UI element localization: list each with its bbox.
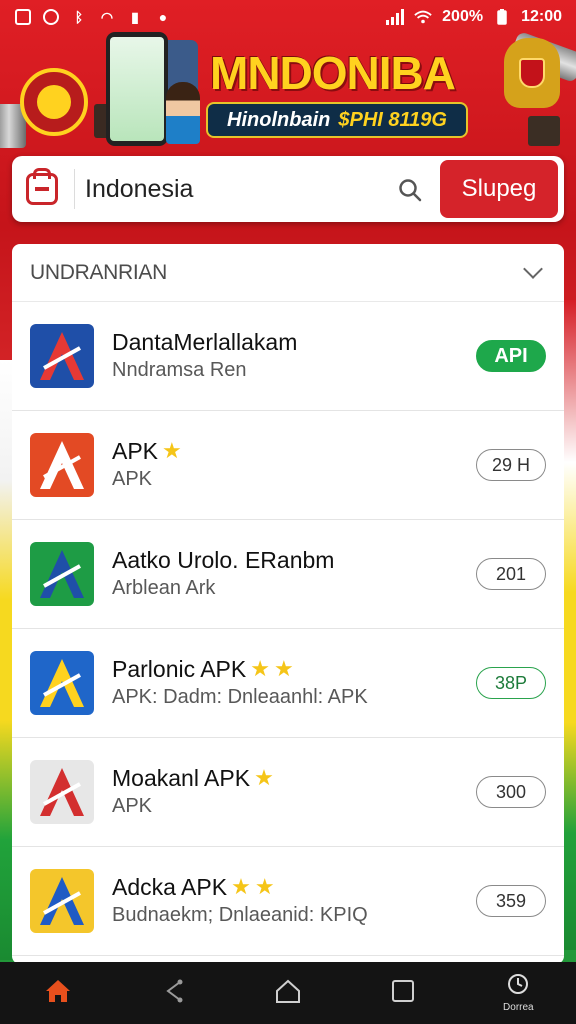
wifi-icon: ◠ <box>100 8 114 25</box>
notification-icon <box>42 8 60 26</box>
app-icon <box>30 869 94 933</box>
star-icon: ★ <box>273 656 294 681</box>
app-name-text: Adcka APK <box>112 874 228 900</box>
star-icon: ★ <box>231 874 251 899</box>
app-name-text: APK <box>112 438 159 464</box>
app-subtitle: APK <box>112 795 153 817</box>
app-name: Adcka APK ★ ★ <box>112 873 476 901</box>
app-text: Moakanl APK ★ APK <box>112 764 476 820</box>
status-icons-left: ᛒ ◠ ▮ ● <box>14 8 172 26</box>
action-button[interactable]: 29 H <box>476 449 546 481</box>
promo-banner[interactable]: MNDONIBA Hinolnbain $PHI 8119G <box>0 28 576 156</box>
search-bar: Slupeg <box>12 156 564 222</box>
list-item[interactable]: Parlonic APK ★ ★ APK: Dadm: Dnleaanhl: APK 3… <box>12 629 564 738</box>
app-text: DantaMerlallakam Nndramsa Ren <box>112 328 476 384</box>
nav-home[interactable] <box>28 968 88 1018</box>
home-icon <box>44 978 72 1009</box>
app-name: Parlonic APK ★ ★ <box>112 655 476 683</box>
wifi-icon <box>414 8 432 26</box>
app-subtitle: Arblean Ark <box>112 577 216 599</box>
app-name-text: Moakanl APK <box>112 765 251 791</box>
divider <box>74 169 75 209</box>
app-notification-icon: ● <box>158 9 168 25</box>
navigation-bar: Dorrea <box>0 962 576 1024</box>
bluetooth-icon: ᛒ <box>74 9 84 25</box>
app-subtitle: APK: Dadm: Dnleaanhl: APK <box>112 686 368 708</box>
app-text: Adcka APK ★ ★ Budnaekm; Dnlaeanid: KPIQ <box>112 873 476 929</box>
banner-title: MNDONIBA <box>210 47 456 99</box>
chevron-down-icon[interactable] <box>523 258 543 279</box>
app-list: UNDRANRIAN DantaMerlallakam Nndramsa Ren A… <box>12 244 564 964</box>
app-name: APK ★ <box>112 437 476 465</box>
list-item[interactable]: APK ★ APK 29 H <box>12 411 564 520</box>
action-button[interactable]: 38P <box>476 667 546 699</box>
notification-icon <box>14 8 32 26</box>
star-icon: ★ <box>250 656 270 681</box>
app-name: Aatko Urolo. ERanbm <box>112 546 476 574</box>
app-name-text: Parlonic APK <box>112 656 247 682</box>
nav-recents[interactable] <box>373 968 433 1018</box>
shopping-bag-icon <box>26 168 58 205</box>
nav-account[interactable]: Dorrea <box>488 968 548 1018</box>
search-input[interactable] <box>85 174 432 204</box>
star-icon: ★ <box>254 874 275 899</box>
search-button[interactable]: Slupeg <box>440 160 558 218</box>
star-icon: ★ <box>254 765 274 790</box>
action-button[interactable]: 201 <box>476 558 546 590</box>
nav-home-button[interactable] <box>258 968 318 1018</box>
nav-account-label: Dorrea <box>503 1002 534 1013</box>
emblem-logo <box>20 68 88 136</box>
app-subtitle: Nndramsa Ren <box>112 359 247 381</box>
app-icon <box>30 542 94 606</box>
list-header-title: UNDRANRIAN <box>30 260 168 284</box>
banner-subtitle-right: $PHI 8119G <box>338 108 447 131</box>
clock-icon <box>507 973 529 1000</box>
square-icon <box>391 979 415 1008</box>
star-icon: ★ <box>162 438 182 463</box>
person-image <box>166 82 200 144</box>
battery-percent: 200% <box>442 8 484 25</box>
app-icon <box>30 433 94 497</box>
signal-icon <box>386 8 405 26</box>
list-item[interactable]: Adcka APK ★ ★ Budnaekm; Dnlaeanid: KPIQ 359 <box>12 847 564 956</box>
list-header[interactable]: UNDRANRIAN <box>12 244 564 302</box>
app-name-text: Aatko Urolo. ERanbm <box>112 547 335 573</box>
app-subtitle: APK <box>112 468 153 490</box>
product-box-image <box>528 116 560 146</box>
app-name: Moakanl APK ★ <box>112 764 476 792</box>
alert-icon: ▮ <box>131 8 139 25</box>
status-icons-right: 200% 12:00 <box>386 8 562 26</box>
app-text: Parlonic APK ★ ★ APK: Dadm: Dnleaanhl: APK <box>112 655 476 711</box>
list-item[interactable]: Moakanl APK ★ APK 300 <box>12 738 564 847</box>
app-text: Aatko Urolo. ERanbm Arblean Ark <box>112 546 476 602</box>
search-icon[interactable] <box>398 178 422 202</box>
app-name: DantaMerlallakam <box>112 328 476 356</box>
list-item[interactable]: DantaMerlallakam Nndramsa Ren API <box>12 302 564 411</box>
phone-image <box>106 32 168 146</box>
home-outline-icon <box>274 978 302 1009</box>
nav-share[interactable] <box>143 968 203 1018</box>
list-item[interactable]: Aatko Urolo. ERanbm Arblean Ark 201 <box>12 520 564 629</box>
share-icon <box>160 978 186 1009</box>
app-icon <box>30 324 94 388</box>
app-subtitle: Budnaekm; Dnlaeanid: KPIQ <box>112 904 368 926</box>
app-icon <box>30 651 94 715</box>
app-rows: DantaMerlallakam Nndramsa Ren API APK ★ APK 29… <box>12 302 564 956</box>
action-button[interactable]: 300 <box>476 776 546 808</box>
banner-subtitle: Hinolnbain $PHI 8119G <box>206 102 468 138</box>
banner-subtitle-left: Hinolnbain <box>227 108 331 131</box>
clock: 12:00 <box>521 8 562 25</box>
app-name-text: DantaMerlallakam <box>112 329 298 355</box>
action-button[interactable]: API <box>476 340 546 372</box>
app-text: APK ★ APK <box>112 437 476 493</box>
action-button[interactable]: 359 <box>476 885 546 917</box>
battery-icon <box>493 8 511 26</box>
search-field[interactable] <box>26 166 432 212</box>
garuda-emblem <box>504 38 560 108</box>
app-icon <box>30 760 94 824</box>
